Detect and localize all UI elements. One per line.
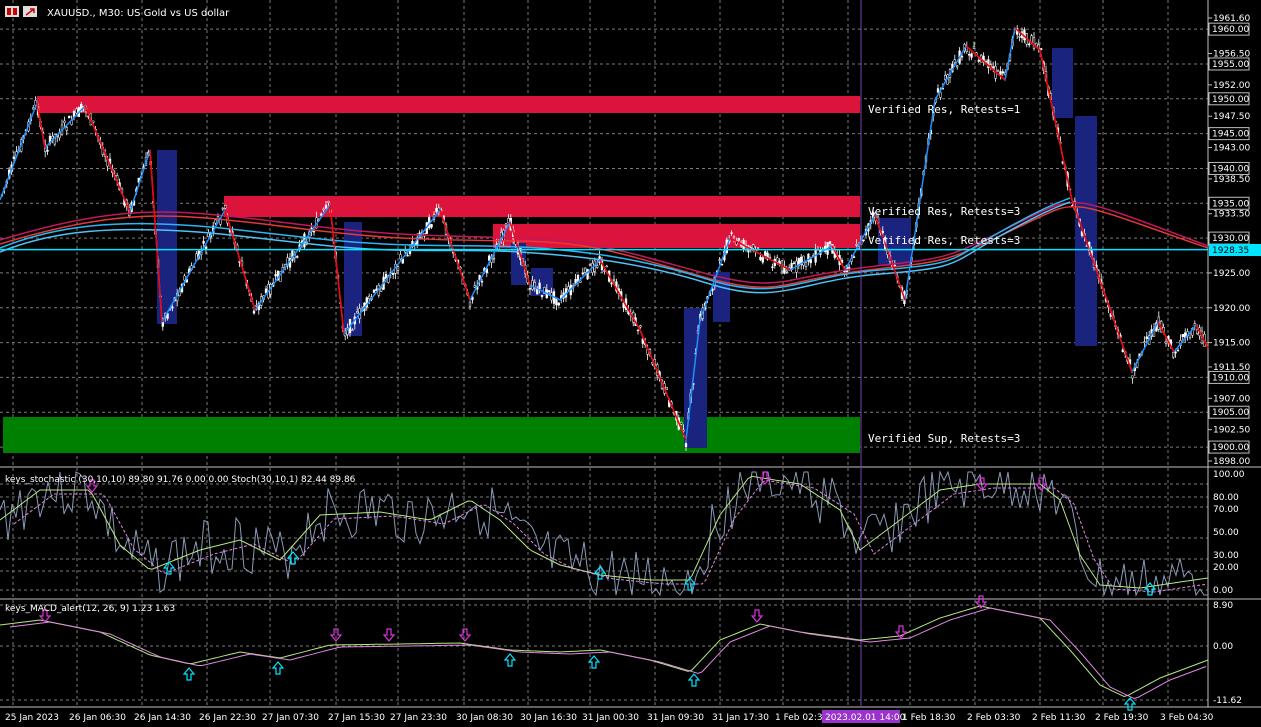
price-level-label: 1905.00 bbox=[1212, 408, 1249, 418]
macd-title: keys_MACD_alert(12, 26, 9) 1.23 1.63 bbox=[5, 604, 175, 614]
resistance-zone-1 bbox=[37, 96, 860, 113]
time-tick-label: 26 Jan 06:30 bbox=[69, 713, 126, 723]
stoch-level-label: 50.00 bbox=[1213, 528, 1239, 538]
price-tick-label: 1915.00 bbox=[1213, 339, 1250, 349]
symbol-title: XAUUSD., M30: US Gold vs US dollar bbox=[47, 8, 230, 19]
resistance-zone-2 bbox=[224, 196, 860, 217]
price-tick-label: 1933.50 bbox=[1213, 210, 1250, 220]
price-tick-label: 1925.00 bbox=[1213, 269, 1250, 279]
price-level-label: 1930.00 bbox=[1212, 234, 1249, 244]
current-price-label: 1928.35 bbox=[1212, 246, 1249, 256]
macd-level-label: 0.00 bbox=[1213, 642, 1233, 652]
time-tick-label: 26 Jan 22:30 bbox=[199, 713, 256, 723]
stoch-level-label: 70.00 bbox=[1213, 505, 1239, 515]
stoch-level-label: 20.00 bbox=[1213, 563, 1239, 573]
price-level-label: 1900.00 bbox=[1212, 443, 1249, 453]
current-price-tag: 1928.35 bbox=[1209, 244, 1261, 256]
price-tick-label: 1938.50 bbox=[1213, 175, 1250, 185]
zone-label-4: Verified Sup, Retests=3 bbox=[868, 432, 1020, 445]
macd-level-label: -11.62 bbox=[1213, 696, 1242, 706]
time-tick-label: 3 Feb 04:30 bbox=[1160, 713, 1214, 723]
zone-label-1: Verified Res, Retests=1 bbox=[868, 103, 1020, 116]
macd-level-label: 8.90 bbox=[1213, 601, 1233, 611]
time-axis: 25 Jan 2023 26 Jan 06:30 26 Jan 14:30 26 Ja… bbox=[5, 713, 1214, 723]
time-tick-label: 2 Feb 03:30 bbox=[967, 713, 1021, 723]
support-zone bbox=[3, 417, 860, 453]
stoch-level-label: 80.00 bbox=[1213, 493, 1239, 503]
price-tick-label: 1961.60 bbox=[1213, 14, 1250, 24]
price-axis: 1961.601956.501952.001947.501943.001938.… bbox=[1208, 14, 1250, 467]
time-cursor-tag: 2023.02.01 14:00 bbox=[822, 710, 906, 723]
price-tick-label: 1898.00 bbox=[1213, 457, 1250, 467]
time-tick-label: 30 Jan 16:30 bbox=[520, 713, 577, 723]
price-level-label: 1940.00 bbox=[1212, 164, 1249, 174]
price-level-label: 1950.00 bbox=[1212, 95, 1249, 105]
price-tick-label: 1920.00 bbox=[1213, 304, 1250, 314]
zone-label-3: Verified Res, Retests=3 bbox=[868, 234, 1020, 247]
price-level-label: 1935.00 bbox=[1212, 199, 1249, 209]
price-tick-label: 1952.00 bbox=[1213, 81, 1250, 91]
time-tick-label: 1 Feb 18:30 bbox=[902, 713, 956, 723]
time-tick-label: 31 Jan 00:30 bbox=[582, 713, 639, 723]
time-tick-label: 31 Jan 17:30 bbox=[712, 713, 769, 723]
stoch-level-label: 30.00 bbox=[1213, 551, 1239, 561]
trading-chart[interactable]: Verified Res, Retests=1 Verified Res, Re… bbox=[0, 0, 1261, 727]
price-tick-label: 1943.00 bbox=[1213, 144, 1250, 154]
time-tick-label: 27 Jan 07:30 bbox=[262, 713, 319, 723]
time-cursor-label: 2023.02.01 14:00 bbox=[825, 713, 906, 723]
resistance-zone-3 bbox=[493, 224, 860, 248]
time-tick-label: 27 Jan 15:30 bbox=[328, 713, 385, 723]
time-tick-label: 27 Jan 23:30 bbox=[390, 713, 447, 723]
price-tick-label: 1902.50 bbox=[1213, 426, 1250, 436]
price-level-label: 1910.00 bbox=[1212, 373, 1249, 383]
time-tick-label: 26 Jan 14:30 bbox=[134, 713, 191, 723]
price-tick-label: 1947.50 bbox=[1213, 112, 1250, 122]
time-tick-label: 1 Feb 02:30 bbox=[775, 713, 829, 723]
price-level-label: 1960.00 bbox=[1212, 25, 1249, 35]
stochastic-title: keys_stochastic (30,10,10) 89.80 91.76 0… bbox=[5, 475, 356, 485]
stoch-level-label: 100.00 bbox=[1213, 470, 1245, 480]
stoch-level-label: 0.00 bbox=[1213, 586, 1233, 596]
time-tick-label: 31 Jan 09:30 bbox=[647, 713, 704, 723]
time-tick-label: 25 Jan 2023 bbox=[5, 713, 59, 723]
zone-label-2: Verified Res, Retests=3 bbox=[868, 205, 1020, 218]
time-tick-label: 2 Feb 19:30 bbox=[1095, 713, 1149, 723]
time-tick-label: 30 Jan 08:30 bbox=[456, 713, 513, 723]
price-level-label: 1945.00 bbox=[1212, 130, 1249, 140]
price-level-label: 1955.00 bbox=[1212, 60, 1249, 70]
price-tick-label: 1907.00 bbox=[1213, 394, 1250, 404]
time-tick-label: 2 Feb 11:30 bbox=[1032, 713, 1086, 723]
